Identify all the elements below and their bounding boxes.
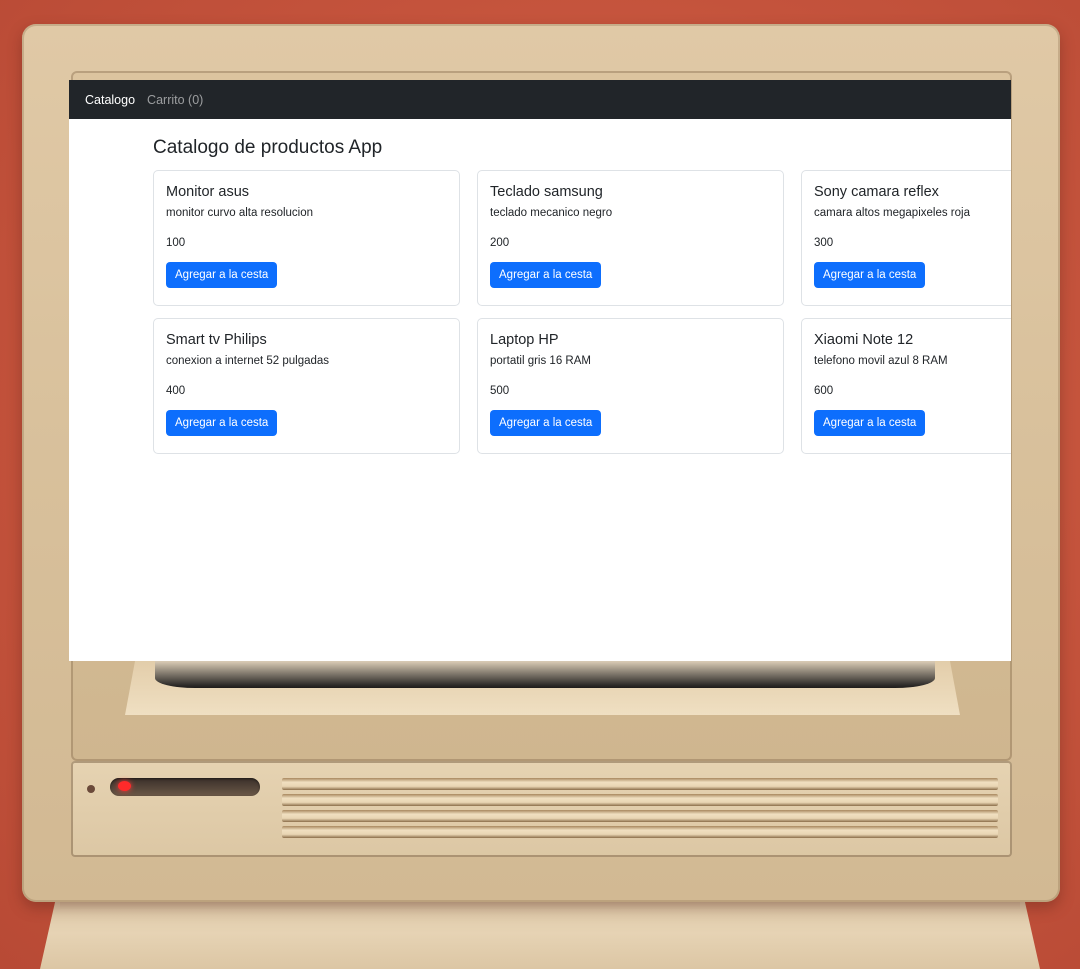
product-name: Laptop HP (490, 332, 559, 348)
product-card: Xiaomi Note 12 telefono movil azul 8 RAM… (801, 318, 1011, 454)
page-title: Catalogo de productos App (153, 137, 383, 158)
product-name: Smart tv Philips (166, 332, 267, 348)
indicator-dot (87, 785, 95, 793)
nav-catalog-link[interactable]: Catalogo (85, 93, 135, 107)
product-card: Monitor asus monitor curvo alta resoluci… (153, 170, 460, 306)
product-price: 300 (814, 237, 834, 249)
power-led-icon (118, 781, 131, 791)
product-card: Laptop HP portatil gris 16 RAM 500 Agreg… (477, 318, 784, 454)
floppy-drive-slot (110, 778, 260, 796)
vent-slat (282, 794, 998, 806)
front-panel (71, 761, 1012, 857)
vent-slat (282, 826, 998, 838)
product-price: 200 (490, 237, 510, 249)
product-price: 400 (166, 385, 186, 397)
vent-slat (282, 810, 998, 822)
product-card: Smart tv Philips conexion a internet 52 … (153, 318, 460, 454)
product-description: portatil gris 16 RAM (490, 355, 591, 367)
product-price: 100 (166, 237, 186, 249)
product-description: teclado mecanico negro (490, 207, 613, 219)
nav-cart-link[interactable]: Carrito (0) (147, 93, 203, 107)
product-price: 500 (490, 385, 510, 397)
app-screen: Catalogo Carrito (0) Catalogo de product… (69, 80, 1011, 661)
product-name: Sony camara reflex (814, 184, 939, 200)
add-to-cart-button[interactable]: Agregar a la cesta (166, 262, 278, 288)
product-description: telefono movil azul 8 RAM (814, 355, 948, 367)
add-to-cart-button[interactable]: Agregar a la cesta (490, 410, 602, 436)
add-to-cart-button[interactable]: Agregar a la cesta (814, 410, 926, 436)
add-to-cart-button[interactable]: Agregar a la cesta (166, 410, 278, 436)
add-to-cart-button[interactable]: Agregar a la cesta (814, 262, 926, 288)
product-description: conexion a internet 52 pulgadas (166, 355, 330, 367)
product-grid: Monitor asus monitor curvo alta resoluci… (153, 170, 1011, 454)
product-price: 600 (814, 385, 834, 397)
main-content: Catalogo de productos App Monitor asus m… (69, 119, 1011, 454)
product-description: monitor curvo alta resolucion (166, 207, 314, 219)
vent-slat (282, 778, 998, 790)
product-description: camara altos megapixeles roja (814, 207, 970, 219)
product-card: Sony camara reflex camara altos megapixe… (801, 170, 1011, 306)
product-name: Teclado samsung (490, 184, 603, 200)
product-name: Xiaomi Note 12 (814, 332, 914, 348)
add-to-cart-button[interactable]: Agregar a la cesta (490, 262, 602, 288)
navbar: Catalogo Carrito (0) (69, 80, 1011, 119)
product-card: Teclado samsung teclado mecanico negro 2… (477, 170, 784, 306)
product-name: Monitor asus (166, 184, 250, 200)
